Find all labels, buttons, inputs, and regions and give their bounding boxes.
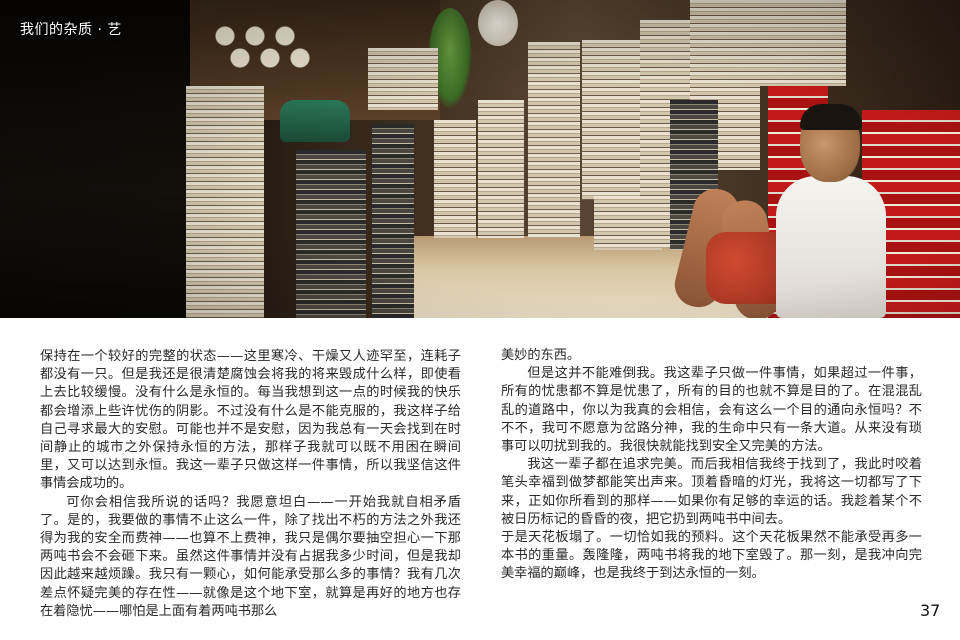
article-right-column: 美妙的东西。 但是这并不能难倒我。我这辈子只做一件事情，如果超过一件事，所有的忧…	[501, 347, 922, 584]
magazine-title: 我们的杂质 · 艺	[20, 22, 122, 38]
article-paragraph: 美妙的东西。	[501, 348, 581, 363]
article-left-column: 保持在一个较好的完整的状态——这里寒冷、干燥又人迹罕至，连耗子都没有一只。但是我…	[40, 348, 461, 621]
article-paragraph: 但是这并不能难倒我。我这辈子只做一件事情，如果超过一件事，所有的忧患都不算是忧患…	[501, 366, 922, 455]
article-paragraph: 可你会相信我所说的话吗？我愿意坦白——一开始我就自相矛盾了。是的，我要做的事情不…	[40, 494, 461, 619]
article-paragraph: 我这一辈子都在追求完美。而后我相信我终于找到了，我此时咬着笔头幸福到做梦都能笑出…	[501, 457, 922, 527]
header-photo: 我们的杂质 · 艺	[0, 0, 960, 318]
page-number: 37	[920, 601, 941, 620]
photo-vignette	[0, 0, 960, 318]
article-paragraph: 保持在一个较好的完整的状态——这里寒冷、干燥又人迹罕至，连耗子都没有一只。但是我…	[40, 349, 461, 492]
article-paragraph: 于是天花板塌了。一切恰如我的预料。这个天花板果然不能承受再多一本书的重量。轰隆隆…	[501, 530, 922, 582]
